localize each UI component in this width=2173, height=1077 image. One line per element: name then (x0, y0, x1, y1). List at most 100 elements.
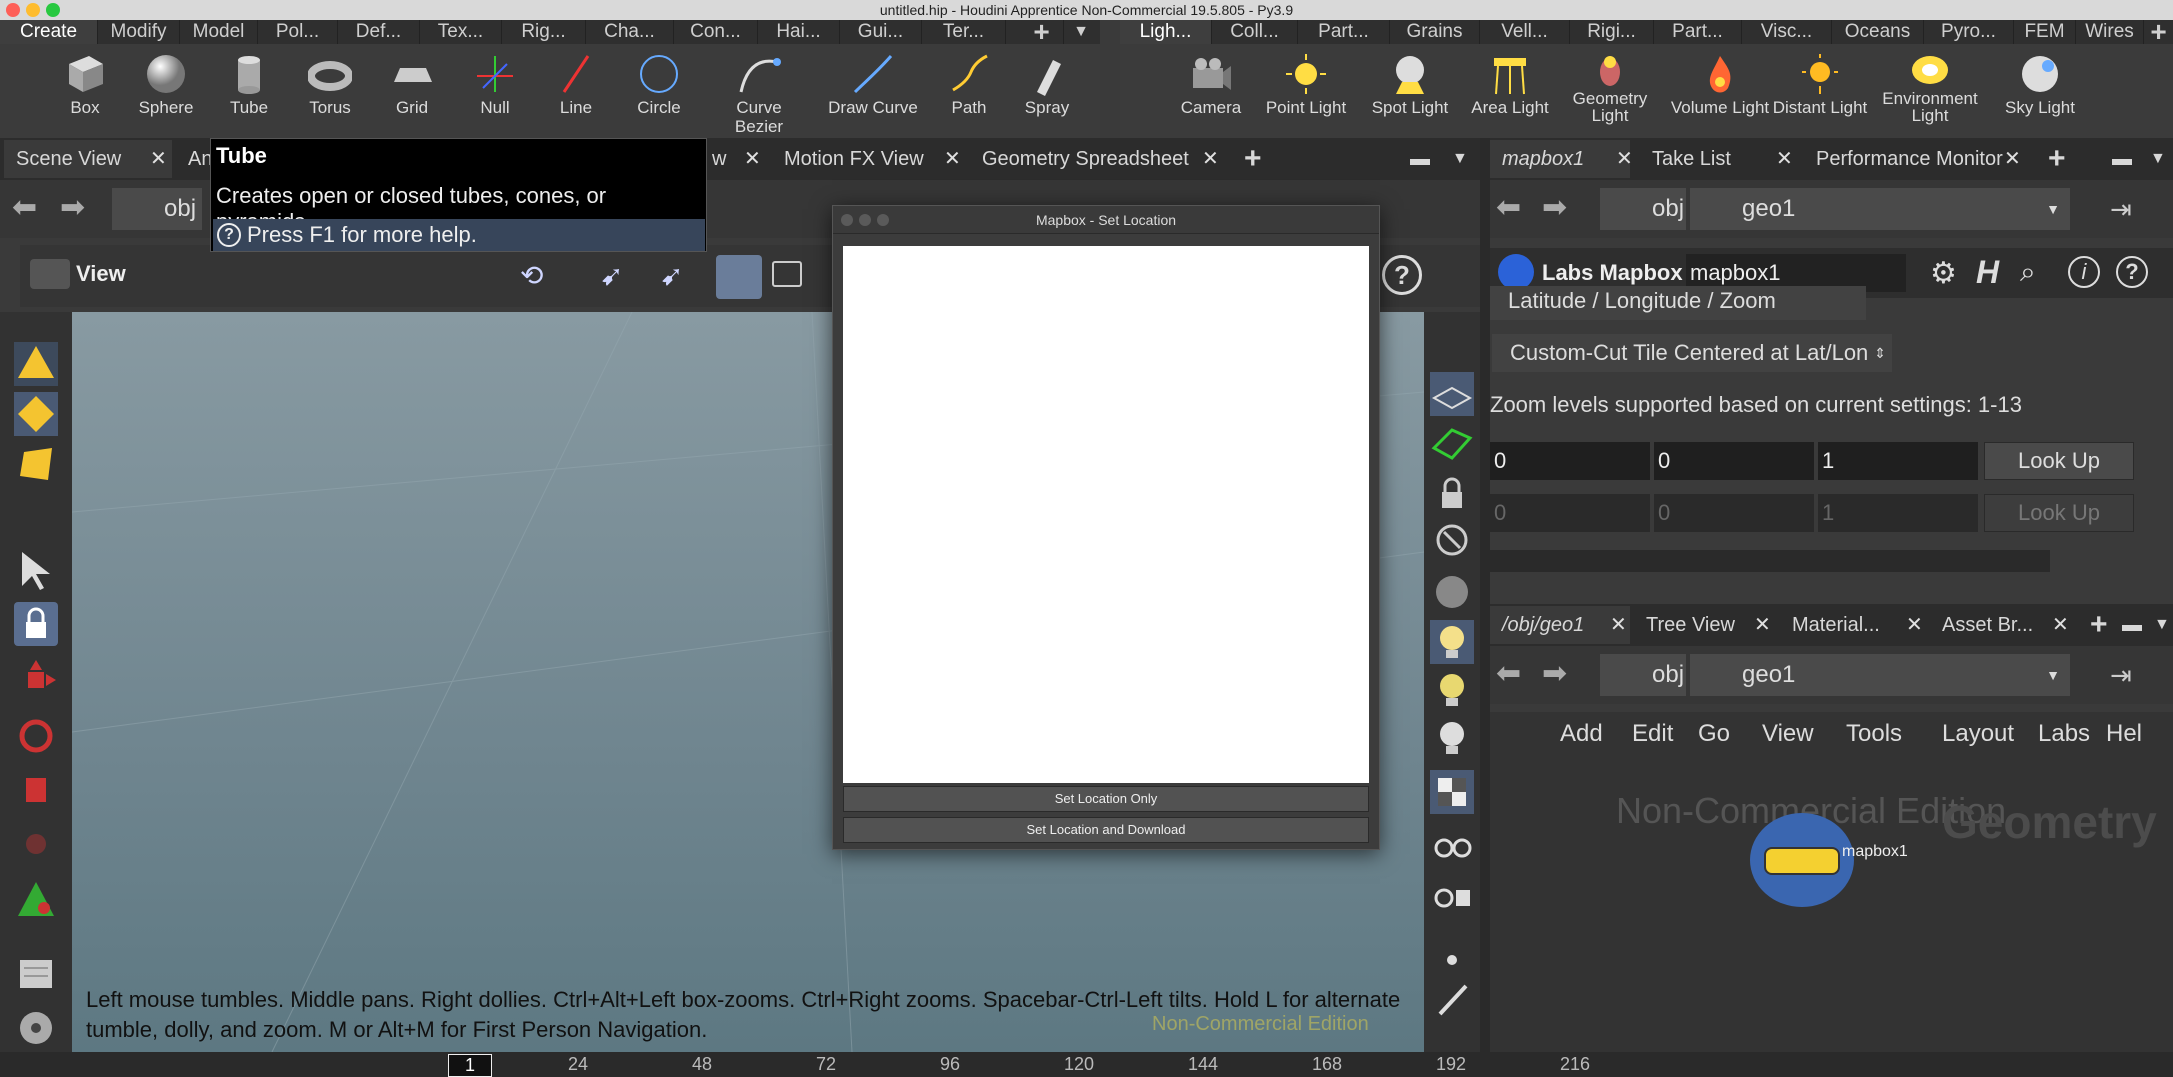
close-tab-icon[interactable]: ✕ (944, 140, 961, 178)
add-pane-tab-icon[interactable]: + (1232, 140, 1272, 178)
draw-curve-tool[interactable]: Draw Curve (826, 44, 920, 138)
camera-menu-icon[interactable] (30, 259, 70, 289)
rotate-tool-icon[interactable] (14, 712, 58, 756)
pane-menu-right-chevron-icon[interactable]: ▼ (2138, 140, 2172, 178)
geometry-light-tool[interactable]: Geometry Light (1560, 44, 1660, 138)
minimize-window-button[interactable] (26, 3, 40, 17)
map-webview[interactable] (843, 246, 1369, 783)
sky-light-tool[interactable]: Sky Light (1990, 44, 2090, 138)
shelf-tab-polygon[interactable]: Pol... (258, 20, 338, 44)
tab-material-palette[interactable]: Material... ✕ (1780, 606, 1930, 644)
shelf-tab-pyro[interactable]: Pyro... (1924, 20, 2014, 44)
maximize-net-pane-icon[interactable]: ▬ (2110, 606, 2146, 644)
forward-arrow-icon[interactable]: ➡ (1542, 656, 1567, 691)
spot-light-tool[interactable]: Spot Light (1360, 44, 1460, 138)
menu-add[interactable]: Add (1560, 720, 1603, 748)
pin-icon[interactable]: ⇥ (2110, 194, 2132, 225)
maximize-pane-icon[interactable]: ▬ (1398, 140, 1434, 178)
path-context-obj[interactable]: obj (112, 188, 202, 230)
info-icon[interactable]: i (2068, 256, 2100, 288)
close-tab-icon[interactable]: ✕ (2004, 140, 2021, 178)
line-tool[interactable]: Line (531, 44, 621, 138)
shelf-tab-deform[interactable]: Def... (338, 20, 420, 44)
net-pane-menu-chevron-icon[interactable]: ▼ (2142, 606, 2172, 644)
lon-field[interactable]: 0 (1654, 442, 1814, 480)
tab-scene-view[interactable]: Scene View ✕ (4, 140, 172, 178)
help-icon[interactable]: ? (2116, 256, 2148, 288)
search-icon[interactable]: ⌕ (2020, 256, 2036, 289)
menu-help[interactable]: Hel (2106, 720, 2142, 748)
render-arrow-icon[interactable]: ➹ (660, 259, 683, 292)
add-shelf-tab-icon[interactable]: + (1020, 18, 1064, 46)
null-tool[interactable]: Null (450, 44, 540, 138)
back-arrow-icon[interactable]: ⬅ (12, 190, 37, 225)
lock-icon[interactable] (14, 602, 58, 646)
shelf-tab-wires[interactable]: Wires (2076, 20, 2144, 44)
hda-icon[interactable]: H (1976, 254, 1999, 291)
pane-divider[interactable] (1480, 138, 1490, 1052)
shelf-tab-modify[interactable]: Modify (98, 20, 180, 44)
move-tool-icon[interactable] (14, 658, 58, 702)
close-tab-icon[interactable]: ✕ (744, 140, 761, 178)
tab-geometry-spreadsheet[interactable]: Geometry Spreadsheet ✕ (970, 140, 1222, 178)
shelf-tab-texture[interactable]: Tex... (420, 20, 502, 44)
scale-tool-icon[interactable] (14, 766, 58, 810)
construction-plane-icon[interactable] (1430, 422, 1474, 466)
tab-tree-view[interactable]: Tree View ✕ (1634, 606, 1776, 644)
curve-bezier-tool[interactable]: Curve Bezier (712, 44, 806, 138)
shaded-mode-icon[interactable] (14, 342, 58, 386)
shelf-tab-terrain[interactable]: Ter... (922, 20, 1006, 44)
distant-light-tool[interactable]: Distant Light (1770, 44, 1870, 138)
circle-tool[interactable]: Circle (614, 44, 704, 138)
zoom-window-button[interactable] (46, 3, 60, 17)
tab-asset-browser[interactable]: Asset Br... ✕ (1930, 606, 2072, 644)
menu-go[interactable]: Go (1698, 720, 1730, 748)
menu-edit[interactable]: Edit (1632, 720, 1673, 748)
pane-menu-chevron-icon[interactable]: ▼ (1440, 140, 1476, 178)
safe-area-icon[interactable] (772, 261, 802, 287)
close-tab-icon[interactable]: ✕ (1906, 606, 1923, 644)
tube-tool[interactable]: Tube (204, 44, 294, 138)
set-location-only-button[interactable]: Set Location Only (843, 786, 1369, 812)
close-tab-icon[interactable]: ✕ (2052, 606, 2069, 644)
shelf-tab-particle-fluids[interactable]: Part... (1654, 20, 1742, 44)
shelf-tab-constraints[interactable]: Con... (674, 20, 758, 44)
sphere-tool[interactable]: Sphere (121, 44, 211, 138)
close-tab-icon[interactable]: ✕ (1776, 140, 1793, 178)
menu-layout[interactable]: Layout (1942, 720, 2014, 748)
forward-arrow-icon[interactable]: ➡ (1542, 190, 1567, 225)
path-context-obj[interactable]: obj (1600, 654, 1686, 696)
shelf-tab-rigid-bodies[interactable]: Rigi... (1570, 20, 1654, 44)
shelf-tab-particles[interactable]: Part... (1298, 20, 1390, 44)
tab-obj-geo1[interactable]: /obj/geo1 ✕ (1490, 606, 1630, 644)
tab-motion-fx-view[interactable]: Motion FX View ✕ (772, 140, 972, 178)
path-context-obj[interactable]: obj (1600, 188, 1686, 230)
box-tool[interactable]: Box (40, 44, 130, 138)
pin-icon[interactable]: ⇥ (2110, 660, 2132, 691)
add-shelf-tab-right-icon[interactable]: + (2144, 18, 2173, 46)
set-location-and-download-button[interactable]: Set Location and Download (843, 817, 1369, 843)
mapbox-node[interactable] (1750, 813, 1854, 907)
object-mode-icon[interactable] (14, 442, 58, 486)
select-arrow-icon[interactable]: ➹ (600, 259, 623, 292)
dot-icon[interactable] (1430, 938, 1474, 982)
stereo-glasses-icon[interactable] (1430, 824, 1474, 868)
back-arrow-icon[interactable]: ⬅ (1496, 656, 1521, 691)
handle-tool-icon[interactable] (14, 878, 58, 922)
tile-mode-menu[interactable]: Custom-Cut Tile Centered at Lat/Lon ⇕ (1492, 334, 1892, 372)
tab-partial[interactable]: w ✕ (700, 140, 761, 178)
camera-tool[interactable]: Camera (1166, 44, 1256, 138)
path-node-geo1[interactable]: geo1 ▼ (1690, 188, 2070, 230)
shelf-menu-chevron-icon[interactable]: ▼ (1064, 20, 1098, 44)
environment-light-tool[interactable]: Environment Light (1870, 44, 1990, 138)
stereo-camera-icon[interactable] (1430, 874, 1474, 918)
shelf-tab-model[interactable]: Model (180, 20, 258, 44)
light-bulb-2-icon[interactable] (1430, 668, 1474, 712)
horizontal-scrollbar[interactable] (1490, 550, 2050, 572)
tab-performance-monitor[interactable]: Performance Monitor ✕ (1804, 140, 2026, 178)
grid-plane-icon[interactable] (1430, 372, 1474, 416)
tumble-icon[interactable]: ⟲ (520, 259, 543, 292)
close-window-button[interactable] (6, 3, 20, 17)
mode-menu[interactable]: Latitude / Longitude / Zoom (1490, 286, 1866, 320)
wire-mode-icon[interactable] (14, 392, 58, 436)
